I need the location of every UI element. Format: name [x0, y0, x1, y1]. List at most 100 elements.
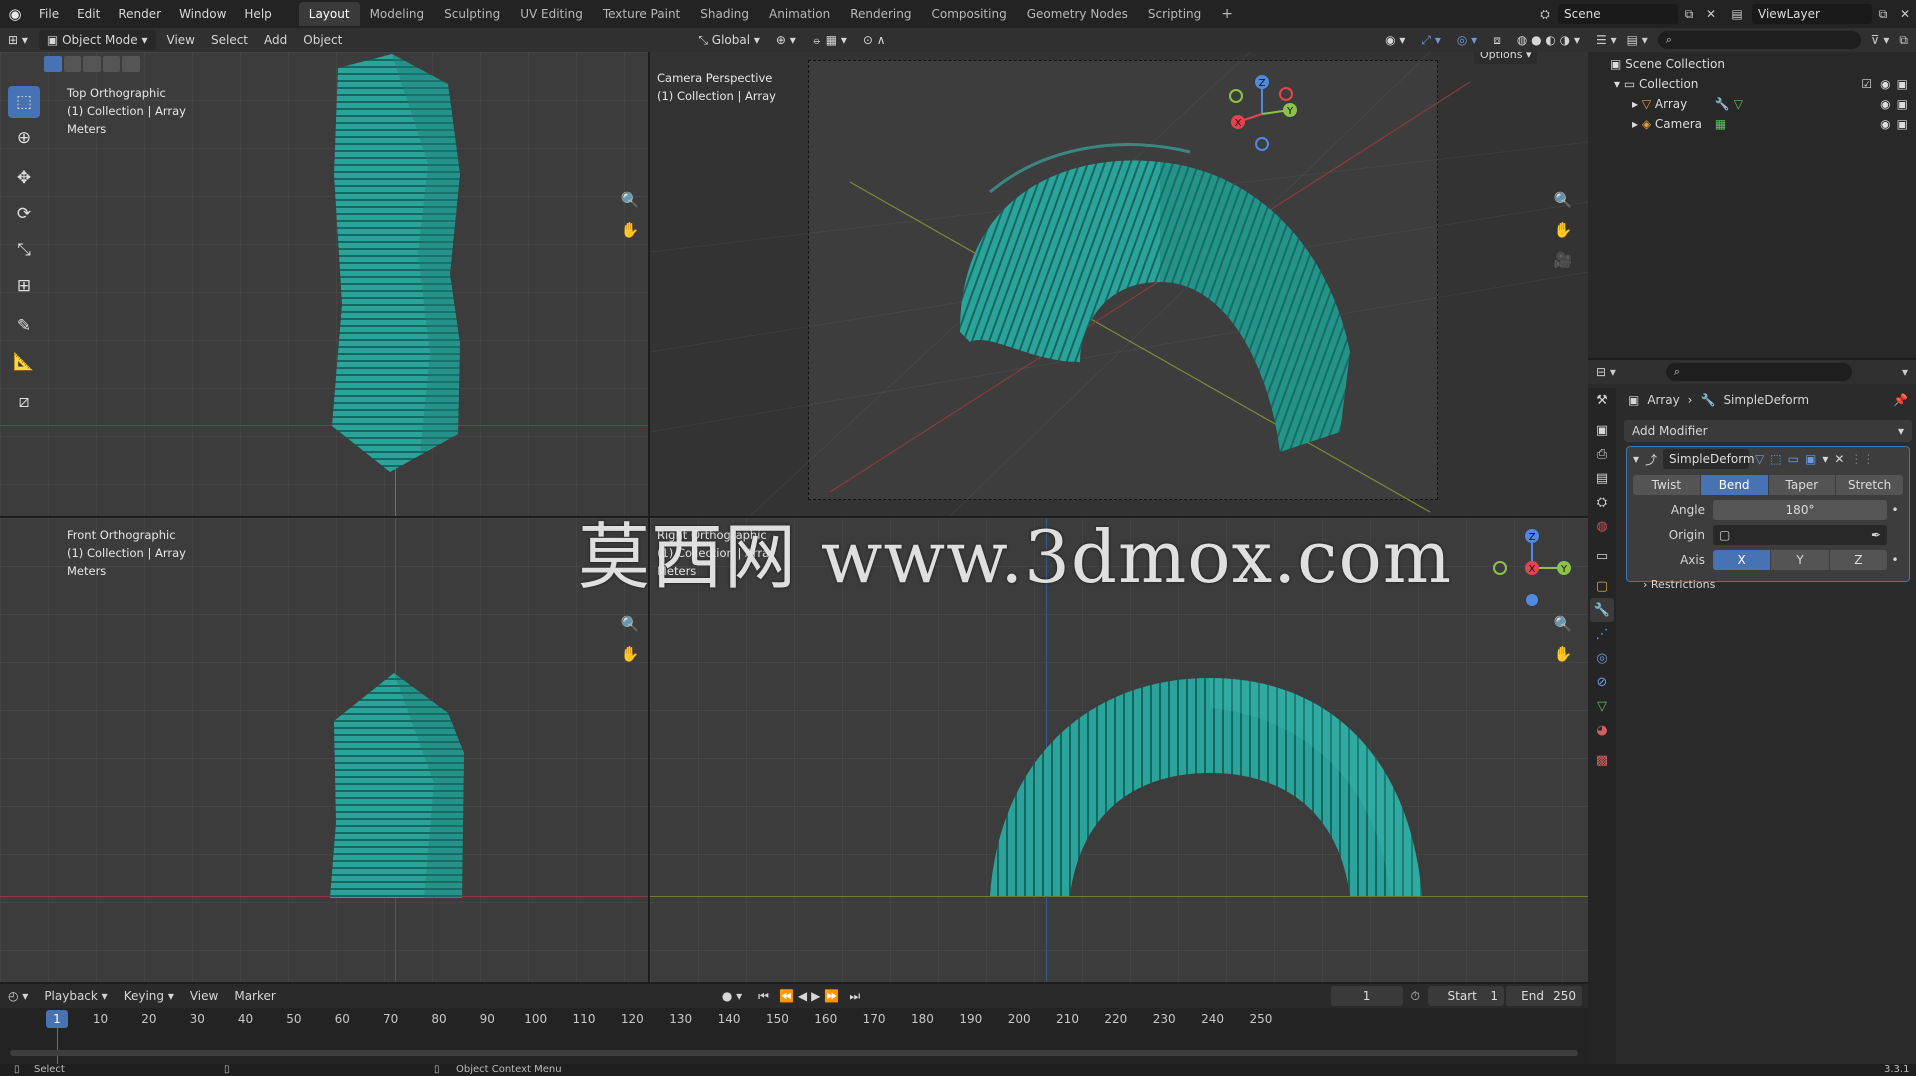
tab-rendering[interactable]: Rendering — [840, 2, 921, 26]
tab-modeling[interactable]: Modeling — [360, 2, 435, 26]
object-mode-dropdown[interactable]: ▣ Object Mode ▾ — [38, 30, 156, 50]
render-camera-icon[interactable]: ▣ — [1897, 94, 1908, 114]
add-cube-icon[interactable]: ⧄ — [8, 386, 40, 418]
camera-data-icon[interactable]: ▦ — [1715, 114, 1880, 134]
angle-field[interactable]: 180° — [1713, 500, 1887, 520]
filter-icon[interactable]: ⊽ ▾ — [1871, 33, 1890, 47]
orientation-gizmo-right[interactable]: Z Y X — [1490, 524, 1574, 608]
mode-taper-button[interactable]: Taper — [1768, 475, 1836, 495]
menu-select[interactable]: Select — [203, 30, 256, 50]
modifier-name-field[interactable]: SimpleDeform — [1663, 449, 1755, 469]
origin-field[interactable]: ▢ ✒ — [1713, 525, 1887, 545]
tab-geometry-nodes[interactable]: Geometry Nodes — [1017, 2, 1138, 26]
viewport-front-ortho[interactable]: Front Orthographic (1) Collection | Arra… — [0, 518, 648, 982]
pin-icon[interactable]: 📌 — [1893, 390, 1908, 410]
prev-keyframe-icon[interactable]: ⏪ — [777, 986, 796, 1006]
modifier-menu-icon[interactable]: ▾ — [1822, 452, 1828, 466]
realtime-toggle-icon[interactable]: ▭ — [1788, 452, 1799, 466]
array-mesh-arch-right[interactable] — [990, 678, 1430, 898]
delete-view-layer-icon[interactable]: ✕ — [1894, 7, 1916, 21]
display-mode-icon[interactable]: ▤ ▾ — [1627, 33, 1648, 47]
restrictions-subpanel[interactable]: › Restrictions — [1643, 576, 1909, 594]
scale-icon[interactable]: ⤡ — [8, 234, 40, 266]
snap-icon[interactable]: ⦵ ▦ ▾ — [804, 30, 855, 50]
jump-end-icon[interactable]: ⏭ — [841, 986, 868, 1006]
render-camera-icon[interactable]: ▣ — [1897, 74, 1908, 94]
annotate-icon[interactable]: ✎ — [8, 310, 40, 342]
tab-texture-paint[interactable]: Texture Paint — [593, 2, 690, 26]
view-layer-tab-icon[interactable]: ▤ — [1590, 466, 1614, 490]
options-dropdown[interactable]: Options ▾ — [1474, 52, 1538, 64]
object-tab-icon[interactable]: ▢ — [1590, 574, 1614, 598]
pivot-point-icon[interactable]: ⊕ ▾ — [768, 30, 804, 50]
visibility-icon[interactable]: ◉ ▾ — [1377, 30, 1413, 50]
playhead[interactable]: 1 — [46, 1010, 68, 1028]
add-modifier-button[interactable]: Add Modifier ▾ — [1624, 420, 1912, 442]
data-tab-icon[interactable]: ▽ — [1590, 694, 1614, 718]
eye-icon[interactable]: ◉ — [1880, 74, 1890, 94]
array-mesh-front[interactable] — [324, 673, 474, 898]
start-frame-field[interactable]: Start 1 — [1428, 986, 1504, 1006]
xray-icon[interactable]: ⧈ — [1485, 30, 1509, 50]
add-workspace-icon[interactable]: + — [1211, 2, 1243, 26]
expand-icon[interactable]: ▸ — [1632, 94, 1638, 114]
array-mesh-arch-camera[interactable] — [930, 132, 1370, 472]
current-frame-field[interactable]: 1 — [1330, 986, 1403, 1006]
overlay-toggle-icon[interactable]: ◎ ▾ — [1449, 30, 1485, 50]
menu-timeline-view[interactable]: View — [182, 986, 226, 1006]
viewport-camera[interactable]: Camera Perspective (1) Collection | Arra… — [650, 52, 1588, 516]
mode-stretch-button[interactable]: Stretch — [1836, 475, 1903, 495]
scene-field[interactable]: Scene — [1558, 4, 1678, 24]
array-mesh-top[interactable] — [320, 54, 470, 484]
render-tab-icon[interactable]: ▣ — [1590, 418, 1614, 442]
collection-tab-icon[interactable]: ▭ — [1590, 544, 1614, 568]
properties-editor-icon[interactable]: ⊟ ▾ — [1596, 365, 1616, 379]
scene-tab-icon[interactable]: ⛭ — [1590, 490, 1614, 514]
tab-scripting[interactable]: Scripting — [1138, 2, 1211, 26]
pan-hand-icon[interactable]: ✋ — [1551, 642, 1575, 666]
menu-edit[interactable]: Edit — [68, 0, 109, 28]
select-box-icon[interactable]: ⬚ — [8, 86, 40, 118]
outliner-editor-icon[interactable]: ☰ ▾ — [1596, 33, 1617, 47]
outliner-item-array[interactable]: ▸ ▽ Array 🔧 ▽ ◉ ▣ — [1610, 94, 1916, 114]
menu-view[interactable]: View — [159, 30, 203, 50]
play-reverse-icon[interactable]: ◀ — [796, 986, 809, 1006]
new-collection-icon[interactable]: ⧉ — [1899, 33, 1908, 48]
view-layer-field[interactable]: ViewLayer — [1752, 4, 1872, 24]
viewport-top-ortho[interactable]: ⬚ ⊕ ✥ ⟳ ⤡ ⊞ ✎ 📐 ⧄ Top Orthographic (1) C… — [0, 52, 648, 516]
expand-icon[interactable]: ▾ — [1614, 74, 1620, 94]
constraints-tab-icon[interactable]: ⊘ — [1590, 670, 1614, 694]
pan-hand-icon[interactable]: ✋ — [618, 218, 642, 242]
blender-logo-icon[interactable]: ◉ — [0, 5, 30, 23]
timeline-scrollbar[interactable] — [10, 1050, 1578, 1056]
new-view-layer-icon[interactable]: ⧉ — [1872, 7, 1894, 22]
gizmo-toggle-icon[interactable]: ⤢ ▾ — [1413, 30, 1448, 50]
menu-keying[interactable]: Keying ▾ — [116, 986, 182, 1006]
zoom-icon[interactable]: 🔍 — [1551, 188, 1575, 212]
orientation-gizmo-camera[interactable]: Z Y X — [1222, 74, 1302, 154]
menu-object[interactable]: Object — [295, 30, 350, 50]
proportional-edit-icon[interactable]: ⊙ ∧ — [855, 30, 894, 50]
tool-tab-icon[interactable]: ⚒ — [1590, 388, 1614, 412]
edit-mode-toggle-icon[interactable]: ▽ — [1755, 452, 1764, 466]
tab-layout[interactable]: Layout — [298, 2, 360, 26]
outliner-item-camera[interactable]: ▸ ◈ Camera ▦ ◉ ▣ — [1610, 114, 1916, 134]
stopwatch-icon[interactable]: ⏱ — [1403, 986, 1428, 1006]
particles-tab-icon[interactable]: ⋰ — [1590, 622, 1614, 646]
drag-handle-icon[interactable]: ⋮⋮ — [1850, 452, 1874, 466]
eyedropper-icon[interactable]: ✒ — [1871, 528, 1881, 542]
rotate-icon[interactable]: ⟳ — [8, 198, 40, 230]
physics-tab-icon[interactable]: ◎ — [1590, 646, 1614, 670]
menu-marker[interactable]: Marker — [226, 986, 283, 1006]
expand-icon[interactable]: ▸ — [1632, 114, 1638, 134]
axis-y-button[interactable]: Y — [1771, 550, 1829, 570]
tab-sculpting[interactable]: Sculpting — [434, 2, 510, 26]
collection-row[interactable]: ▾ ▭ Collection ☑ ◉ ▣ — [1610, 74, 1916, 94]
tab-shading[interactable]: Shading — [690, 2, 759, 26]
mesh-data-icon[interactable]: ▽ — [1734, 94, 1880, 114]
remove-modifier-icon[interactable]: ✕ — [1834, 452, 1844, 466]
checkbox-icon[interactable]: ☑ — [1861, 74, 1872, 94]
menu-render[interactable]: Render — [109, 0, 170, 28]
zoom-icon[interactable]: 🔍 — [618, 188, 642, 212]
jump-start-icon[interactable]: ⏮ — [750, 986, 777, 1006]
